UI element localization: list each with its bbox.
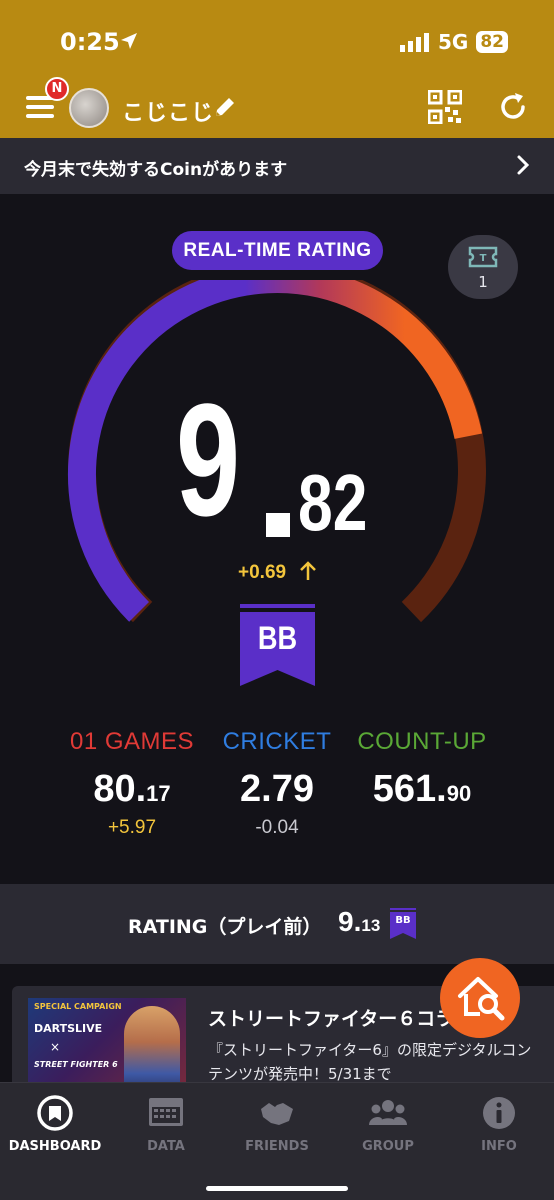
app-header: N こじこじ	[0, 77, 554, 138]
promo-image-brand: DARTSLIVE	[34, 1022, 103, 1035]
shop-search-button[interactable]	[440, 958, 520, 1038]
rating-decimal-point	[266, 513, 290, 537]
friends-icon	[261, 1103, 293, 1125]
chevron-right-icon	[517, 155, 530, 175]
avatar[interactable]	[69, 88, 109, 128]
dashboard-icon	[37, 1095, 73, 1131]
stat-label: CRICKET	[222, 728, 332, 755]
rating-before-label: RATING（プレイ前）	[128, 916, 322, 938]
stat-value: 80.17	[93, 768, 171, 810]
banner-text: 今月末で失効するCoinがあります	[24, 160, 288, 180]
username[interactable]: こじこじ	[122, 95, 214, 127]
realtime-rating-decimal: 82	[298, 458, 368, 547]
status-time: 0:25	[60, 28, 120, 56]
tab-data[interactable]: DATA	[111, 1095, 221, 1154]
svg-text:T: T	[480, 253, 487, 264]
battery-indicator: 82	[476, 31, 508, 53]
refresh-icon[interactable]	[496, 90, 530, 124]
stat-diff: -0.04	[255, 817, 299, 838]
tab-label: DASHBOARD	[8, 1139, 102, 1154]
tab-label: DATA	[147, 1139, 185, 1154]
promo-image-x: ×	[50, 1040, 61, 1054]
promo-image-tag: SPECIAL CAMPAIGN	[34, 1002, 122, 1011]
home-indicator	[206, 1186, 348, 1191]
info-icon	[483, 1097, 515, 1129]
tab-label: GROUP	[362, 1139, 414, 1154]
tab-dashboard[interactable]: DASHBOARD	[0, 1095, 110, 1154]
coin-expiry-banner[interactable]: 今月末で失効するCoinがあります	[0, 138, 554, 194]
promo-description: 『ストリートファイター6』の限定デジタルコンテンツが発売中！5/31まで	[208, 1041, 532, 1083]
tab-group[interactable]: GROUP	[333, 1095, 443, 1154]
tab-friends[interactable]: FRIENDS	[222, 1095, 332, 1154]
rating-gauge	[68, 280, 486, 623]
qr-code-icon[interactable]	[428, 90, 462, 124]
realtime-rating-label: REAL-TIME RATING	[172, 231, 383, 270]
stat-value: 2.79	[240, 768, 314, 810]
stat-cricket[interactable]: CRICKET 2.79 -0.04	[212, 728, 342, 839]
rating-before-value: 9.13	[338, 906, 381, 937]
mini-class-label: BB	[395, 915, 411, 926]
stat-01-games[interactable]: 01 GAMES 80.17 +5.97	[62, 728, 202, 839]
ticket-icon: T	[468, 246, 498, 268]
signal-icon	[399, 33, 429, 52]
home-search-icon	[458, 977, 505, 1021]
stat-count-up[interactable]: COUNT-UP 561.90	[352, 728, 492, 817]
rating-diff: +0.69	[238, 562, 287, 583]
tab-label: FRIENDS	[245, 1139, 309, 1154]
tab-info[interactable]: INFO	[444, 1095, 554, 1154]
location-icon	[121, 33, 137, 49]
stat-value: 561.90	[372, 768, 472, 810]
tab-bar: DASHBOARD DATA FRIENDS GROUP INFO	[0, 1082, 554, 1200]
tab-label: INFO	[481, 1139, 517, 1154]
realtime-rating-integer: 9	[176, 370, 241, 549]
notification-badge: N	[45, 77, 69, 101]
group-icon	[369, 1100, 407, 1125]
network-label: 5G	[437, 30, 469, 54]
class-badge-label: BB	[257, 620, 298, 656]
stat-label: 01 GAMES	[69, 728, 195, 755]
arrow-up-icon	[300, 561, 316, 580]
promo-image-game: STREET FIGHTER 6	[34, 1060, 118, 1069]
data-icon	[149, 1098, 183, 1126]
status-indicators: 5G 82	[399, 30, 508, 54]
edit-icon[interactable]	[212, 94, 238, 120]
status-bar: 0:25 5G 82	[0, 0, 554, 80]
stat-diff: +5.97	[107, 817, 157, 838]
stat-label: COUNT-UP	[357, 728, 487, 755]
menu-button[interactable]	[26, 96, 54, 120]
rating-before-play[interactable]: RATING（プレイ前） 9.13 BB	[0, 884, 554, 964]
